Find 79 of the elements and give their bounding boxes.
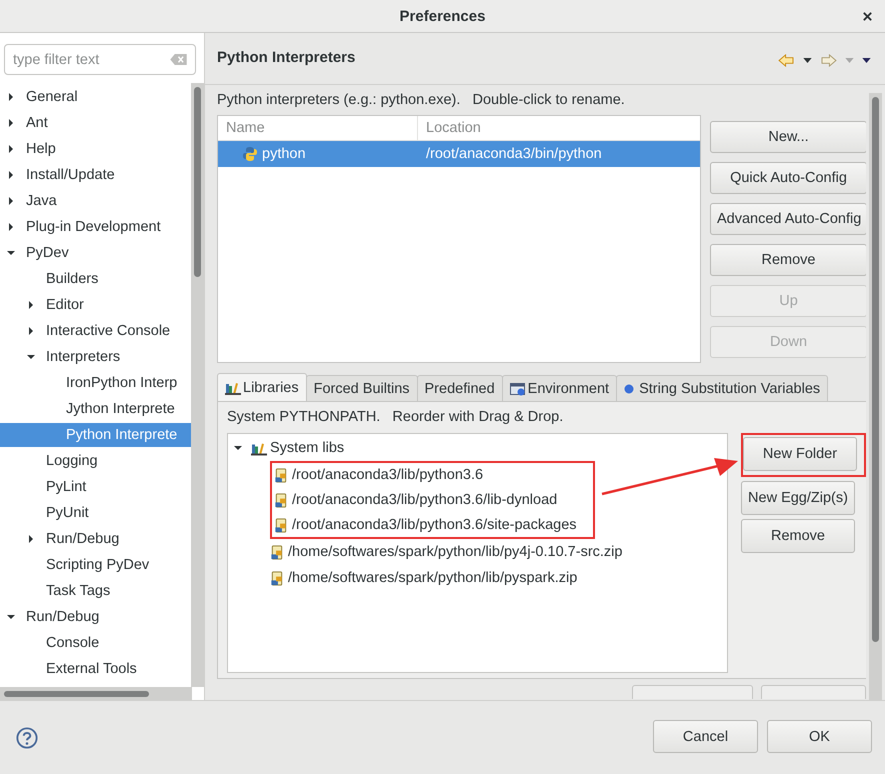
expand-arrow-icon[interactable]: [26, 326, 36, 336]
interpreter-button[interactable]: Quick Auto-Config: [710, 162, 866, 194]
tree-item[interactable]: Run/Debug: [44, 527, 120, 551]
library-button[interactable]: New Egg/Zip(s): [741, 481, 855, 515]
tree-item[interactable]: Interactive Console: [44, 319, 170, 343]
tree-item[interactable]: Console: [44, 631, 100, 655]
tree-item[interactable]: Java: [24, 189, 57, 213]
tree-item[interactable]: PyUnit: [44, 501, 89, 525]
expand-arrow-icon[interactable]: [6, 92, 16, 102]
collapse-arrow-icon[interactable]: [6, 248, 16, 258]
library-jar-icon: [269, 544, 285, 560]
tree-item[interactable]: Logging: [44, 449, 98, 473]
library-button[interactable]: New Folder: [743, 437, 857, 471]
library-jar-icon: [273, 518, 289, 532]
collapse-arrow-icon[interactable]: [233, 443, 243, 453]
tree-item[interactable]: /root/anaconda3/lib/python3.6/site-packages: [292, 517, 577, 533]
description-text: System PYTHONPATH. Reorder with Drag & Drop.: [227, 408, 564, 426]
table-cell: python: [262, 146, 306, 162]
interpreter-button[interactable]: New...: [710, 121, 866, 153]
tree-item[interactable]: Editor: [44, 293, 84, 317]
expand-arrow-icon[interactable]: [6, 222, 16, 232]
page-title: Python Interpreters: [217, 49, 356, 66]
tree-item[interactable]: Ant: [24, 111, 48, 135]
books-icon: [251, 440, 267, 456]
tree-item[interactable]: System libs: [270, 440, 344, 456]
dot-icon: [624, 384, 634, 394]
scrollbar[interactable]: [191, 83, 204, 687]
expand-arrow-icon[interactable]: [6, 144, 16, 154]
library-jar-icon: [273, 492, 289, 508]
tree-item[interactable]: Builders: [44, 267, 98, 291]
tree-item[interactable]: IronPython Interp: [64, 371, 178, 395]
caret-icon[interactable]: [803, 58, 812, 63]
filter-field[interactable]: type filter text: [4, 44, 196, 75]
expand-arrow-icon[interactable]: [6, 196, 16, 206]
collapse-arrow-icon[interactable]: [6, 612, 16, 622]
expand-arrow-icon[interactable]: [26, 534, 36, 544]
tree-item[interactable]: Interpreters: [44, 345, 120, 369]
collapse-arrow-icon[interactable]: [26, 352, 36, 362]
tab[interactable]: Forced Builtins: [306, 375, 418, 401]
books-icon: [225, 380, 241, 394]
tree-item[interactable]: /root/anaconda3/lib/python3.6/lib-dynload: [292, 492, 558, 508]
interpreter-button[interactable]: Remove: [710, 244, 866, 276]
tree-item[interactable]: Jython Interprete: [64, 397, 175, 421]
tree-item[interactable]: Help: [24, 137, 56, 161]
window-icon: [510, 382, 526, 396]
library-button[interactable]: Remove: [741, 519, 855, 553]
tree-item[interactable]: PyDev: [24, 241, 69, 265]
library-jar-icon: [273, 468, 289, 482]
tree-item[interactable]: /root/anaconda3/lib/python3.6: [292, 467, 484, 483]
table-cell-text: /root/anaconda3/bin/python: [425, 146, 602, 162]
dialog-button[interactable]: OK: [767, 720, 872, 753]
tree-item[interactable]: Plug-in Development: [24, 215, 161, 239]
expand-arrow-icon[interactable]: [26, 300, 36, 310]
tree-item[interactable]: /home/softwares/spark/python/lib/py4j-0.10.7-src.zip: [288, 544, 622, 560]
scrollbar[interactable]: [0, 687, 192, 700]
tree-item[interactable]: General: [24, 85, 78, 109]
tab[interactable]: String Substitution Variables: [616, 375, 828, 401]
close-icon[interactable]: [862, 11, 873, 22]
expand-arrow-icon[interactable]: [6, 170, 16, 180]
expand-arrow-icon[interactable]: [6, 118, 16, 128]
scrollbar[interactable]: [869, 93, 882, 700]
menu-caret-icon[interactable]: [862, 58, 871, 63]
tree-item[interactable]: Task Tags: [44, 579, 110, 603]
tab[interactable]: Environment: [502, 375, 618, 401]
tab[interactable]: Libraries: [217, 373, 307, 401]
tree-item[interactable]: Install/Update: [24, 163, 115, 187]
python-logo-icon: [242, 146, 258, 162]
tree-item[interactable]: /home/softwares/spark/python/lib/pyspark.zip: [288, 570, 578, 586]
description-text: Python interpreters (e.g.: python.exe). Double-click to rename.: [217, 91, 626, 109]
dialog-button[interactable]: Cancel: [653, 720, 758, 753]
tab[interactable]: Predefined: [416, 375, 503, 401]
help-icon[interactable]: [16, 726, 38, 748]
tree-item[interactable]: PyLint: [44, 475, 86, 499]
library-jar-icon: [269, 570, 285, 586]
interpreter-button[interactable]: Advanced Auto-Config: [710, 203, 866, 235]
tree-item[interactable]: Scripting PyDev: [44, 553, 150, 577]
tree-item[interactable]: Run/Debug: [24, 605, 100, 629]
window-title: Preferences: [400, 8, 486, 24]
tree-item[interactable]: External Tools: [44, 657, 137, 681]
